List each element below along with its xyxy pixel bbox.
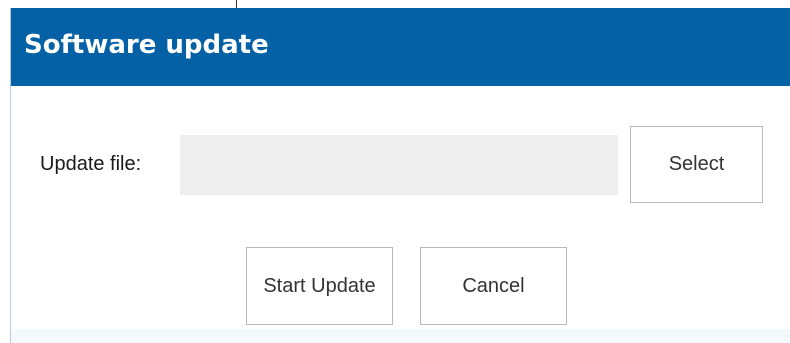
start-update-button[interactable]: Start Update (246, 247, 393, 325)
dialog-footer-strip (11, 329, 790, 343)
update-file-label: Update file: (40, 153, 142, 175)
select-button-label: Select (668, 153, 725, 175)
software-update-dialog: Software update Update file: Select Star… (10, 8, 790, 343)
dialog-titlebar: Software update (11, 8, 790, 86)
cancel-button-label: Cancel (462, 274, 525, 297)
select-button[interactable]: Select (630, 126, 763, 203)
update-file-field[interactable] (180, 135, 618, 195)
top-edge-mark (236, 0, 237, 8)
start-update-button-label: Start Update (263, 274, 376, 297)
dialog-title: Software update (24, 30, 269, 60)
cancel-button[interactable]: Cancel (420, 247, 567, 325)
